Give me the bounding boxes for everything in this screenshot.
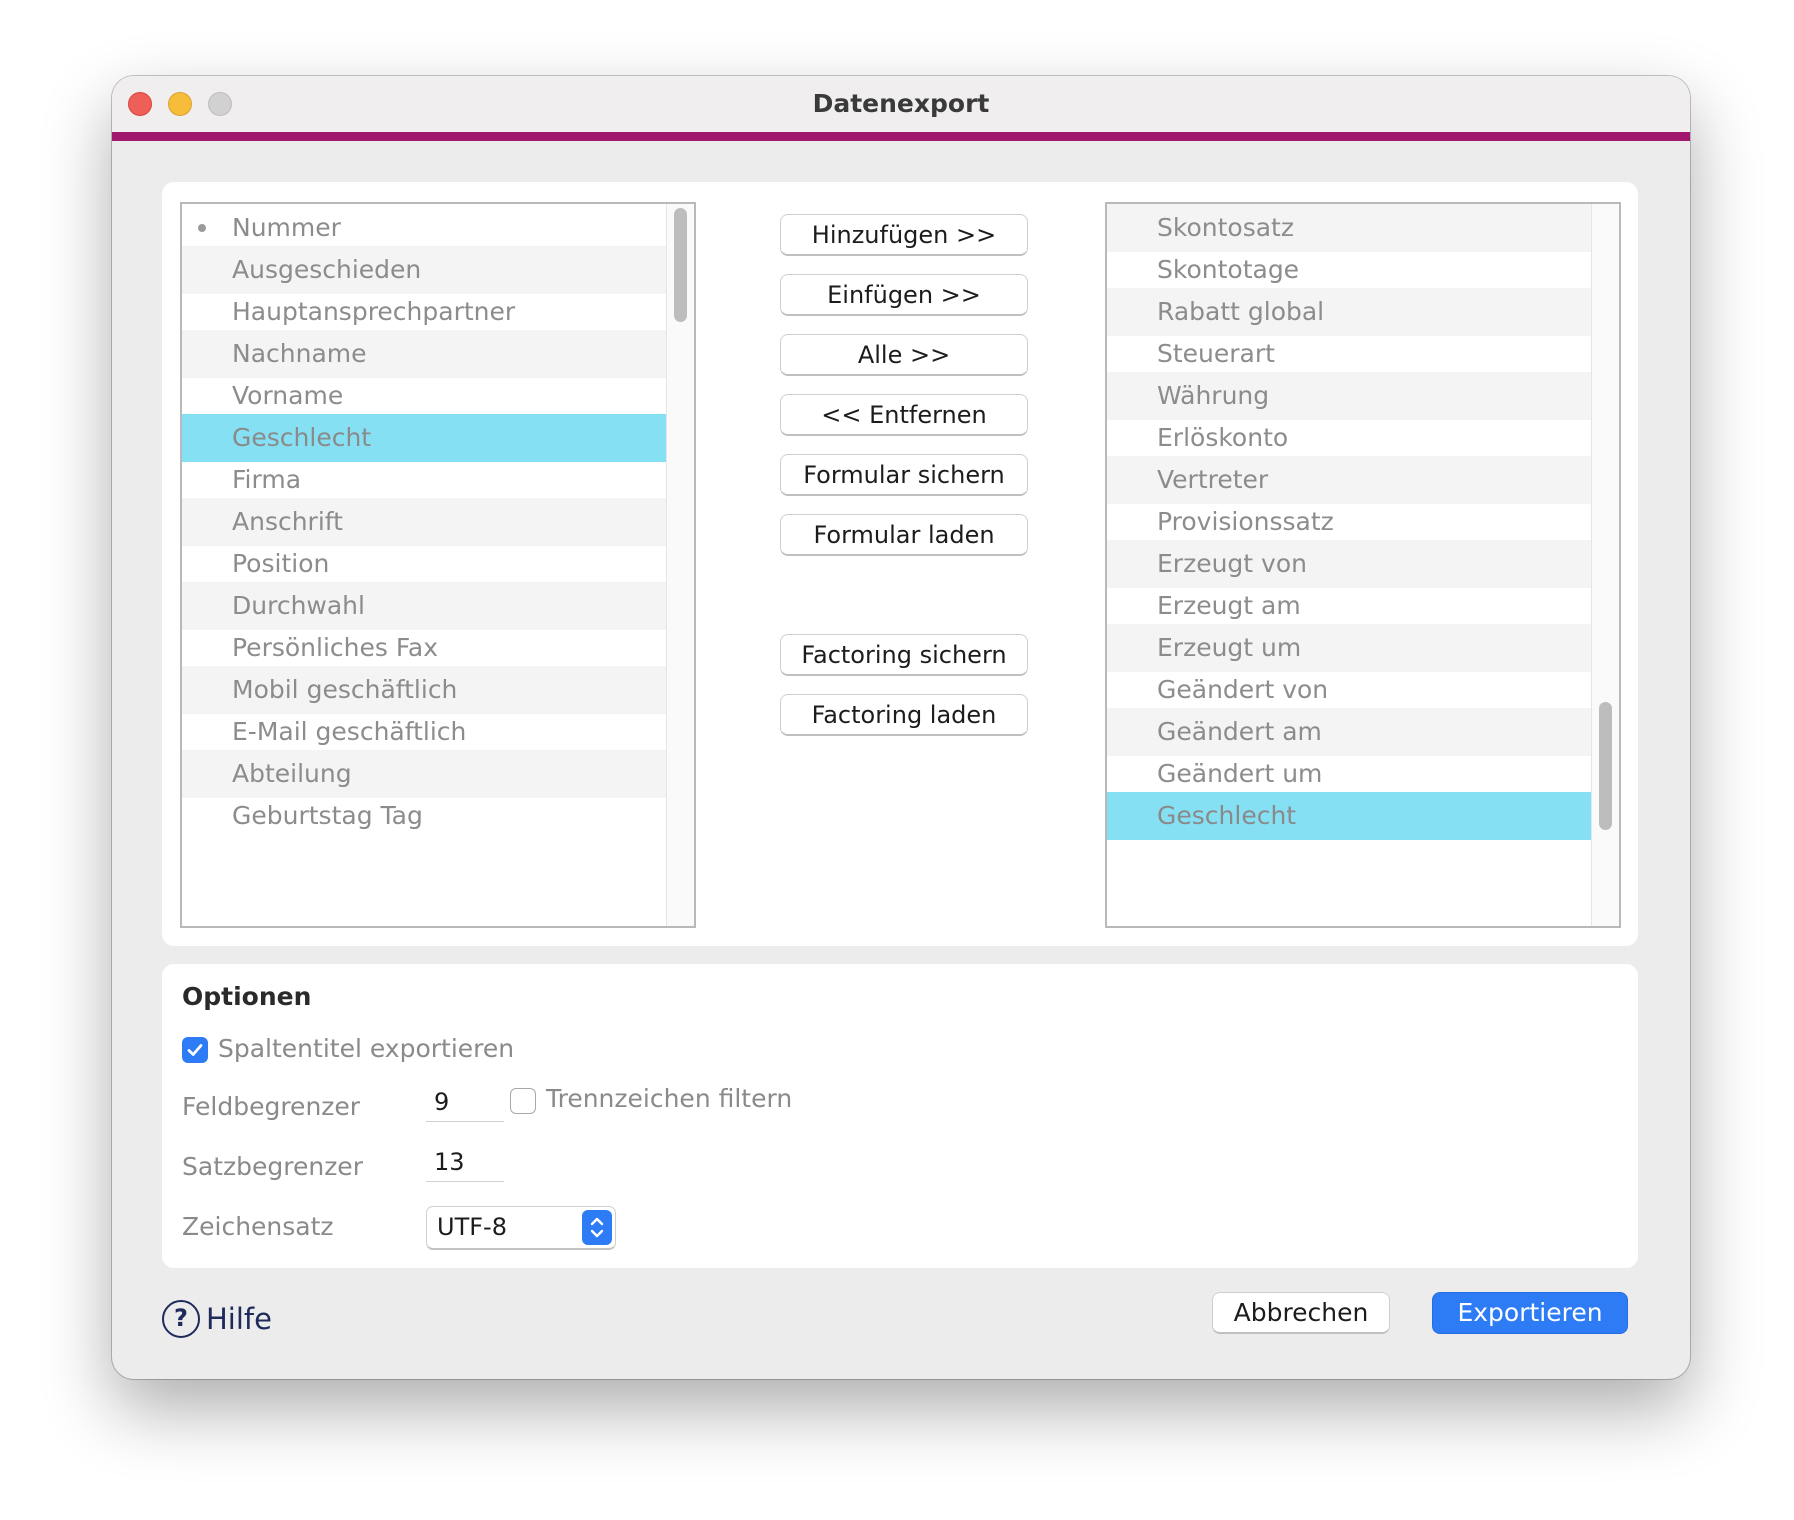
charset-select-value: UTF-8 [437, 1213, 507, 1241]
remove-button[interactable]: << Entfernen [780, 394, 1028, 436]
window-title: Datenexport [812, 89, 990, 118]
available-field-item[interactable]: Durchwahl [182, 582, 666, 630]
accent-bar [112, 132, 1690, 141]
record-delimiter-input[interactable] [426, 1142, 504, 1182]
export-field-item[interactable]: Vertreter [1107, 456, 1591, 504]
options-heading: Optionen [182, 982, 312, 1011]
available-field-item[interactable]: E-Mail geschäftlich [182, 708, 666, 756]
filter-separators-label[interactable]: Trennzeichen filtern [546, 1084, 792, 1113]
available-field-item-selected[interactable]: Geschlecht [182, 414, 666, 462]
options-panel: Optionen Spaltentitel exportieren Feldbe… [162, 964, 1638, 1268]
export-field-item[interactable]: Skontotage [1107, 246, 1591, 294]
export-button[interactable]: Exportieren [1432, 1292, 1628, 1334]
bullet-icon [198, 224, 206, 232]
export-column-titles-label[interactable]: Spaltentitel exportieren [218, 1034, 514, 1063]
export-field-item[interactable]: Geändert von [1107, 666, 1591, 714]
export-field-item[interactable]: Währung [1107, 372, 1591, 420]
save-factoring-button[interactable]: Factoring sichern [780, 634, 1028, 676]
load-factoring-button[interactable]: Factoring laden [780, 694, 1028, 736]
export-field-item[interactable]: Provisionssatz [1107, 498, 1591, 546]
add-all-button[interactable]: Alle >> [780, 334, 1028, 376]
charset-label: Zeichensatz [182, 1212, 334, 1241]
export-field-item[interactable]: Erzeugt um [1107, 624, 1591, 672]
available-field-item[interactable]: Persönliches Fax [182, 624, 666, 672]
question-circle-icon: ? [162, 1300, 200, 1338]
insert-button[interactable]: Einfügen >> [780, 274, 1028, 316]
export-field-item[interactable]: Steuerart [1107, 330, 1591, 378]
export-field-item[interactable]: Geändert am [1107, 708, 1591, 756]
scroll-thumb[interactable] [1599, 702, 1612, 830]
add-button[interactable]: Hinzufügen >> [780, 214, 1028, 256]
export-column-titles-checkbox[interactable] [182, 1037, 208, 1063]
available-field-item[interactable]: Nachname [182, 330, 666, 378]
available-field-item[interactable]: Geburtstag Tag [182, 792, 666, 840]
available-field-item[interactable]: Ausgeschieden [182, 246, 666, 294]
export-field-item[interactable]: Skontosatz [1107, 204, 1591, 252]
field-delimiter-label: Feldbegrenzer [182, 1092, 361, 1121]
available-field-item[interactable]: Vorname [182, 372, 666, 420]
available-fields-list[interactable]: Nummer Ausgeschieden Hauptansprechpartne… [180, 202, 696, 928]
save-form-button[interactable]: Formular sichern [780, 454, 1028, 496]
record-delimiter-label: Satzbegrenzer [182, 1152, 363, 1181]
available-field-item[interactable]: Mobil geschäftlich [182, 666, 666, 714]
export-dialog-window: Datenexport Nummer Ausgeschieden Hauptan… [112, 76, 1690, 1379]
checkmark-icon [187, 1044, 203, 1056]
cancel-button[interactable]: Abbrechen [1212, 1292, 1390, 1334]
export-fields-list[interactable]: Skontosatz Skontotage Rabatt global Steu… [1105, 202, 1621, 928]
field-delimiter-input[interactable] [426, 1082, 504, 1122]
title-bar: Datenexport [112, 76, 1690, 132]
available-field-item[interactable]: Anschrift [182, 498, 666, 546]
export-field-item[interactable]: Rabatt global [1107, 288, 1591, 336]
available-field-item[interactable]: Nummer [182, 204, 666, 252]
available-fields-scrollbar[interactable] [666, 204, 694, 926]
available-field-item[interactable]: Firma [182, 456, 666, 504]
scroll-thumb[interactable] [674, 208, 687, 322]
field-selection-panel: Nummer Ausgeschieden Hauptansprechpartne… [162, 182, 1638, 946]
filter-separators-checkbox[interactable] [510, 1088, 536, 1114]
help-label: Hilfe [206, 1302, 272, 1336]
chevron-up-down-icon [582, 1210, 612, 1245]
load-form-button[interactable]: Formular laden [780, 514, 1028, 556]
export-field-item[interactable]: Erzeugt von [1107, 540, 1591, 588]
export-field-item[interactable]: Erlöskonto [1107, 414, 1591, 462]
available-field-item[interactable]: Position [182, 540, 666, 588]
export-fields-scrollbar[interactable] [1591, 204, 1619, 926]
export-field-item[interactable]: Geändert um [1107, 750, 1591, 798]
available-field-item[interactable]: Abteilung [182, 750, 666, 798]
export-field-item[interactable]: Erzeugt am [1107, 582, 1591, 630]
available-field-item[interactable]: Hauptansprechpartner [182, 288, 666, 336]
export-field-item-selected[interactable]: Geschlecht [1107, 792, 1591, 840]
charset-select[interactable]: UTF-8 [426, 1206, 616, 1250]
